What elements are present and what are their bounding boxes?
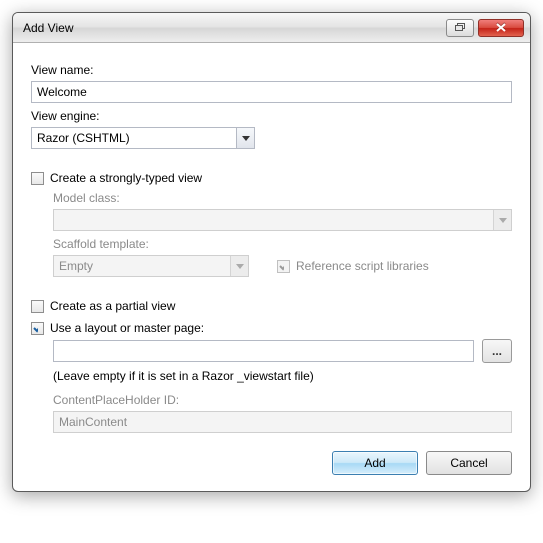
model-class-combo <box>53 209 512 231</box>
scaffold-combo <box>53 255 249 277</box>
partial-view-row: Create as a partial view <box>31 299 512 313</box>
close-icon <box>496 23 506 32</box>
view-name-input[interactable] <box>31 81 512 103</box>
model-class-label: Model class: <box>53 191 512 205</box>
view-engine-dropdown-button[interactable] <box>236 128 254 148</box>
view-name-label: View name: <box>31 63 512 77</box>
ref-scripts-label: Reference script libraries <box>296 259 429 273</box>
strongly-typed-checkbox-row: Create a strongly-typed view <box>31 171 512 185</box>
scaffold-dropdown-button <box>230 256 248 276</box>
restore-icon <box>455 23 466 32</box>
dialog-footer: Add Cancel <box>31 451 512 475</box>
restore-window-button[interactable] <box>446 19 474 37</box>
chevron-down-icon <box>242 136 250 141</box>
ref-scripts-checkbox <box>277 260 290 273</box>
layout-path-input[interactable] <box>53 340 474 362</box>
scaffold-label: Scaffold template: <box>53 237 512 251</box>
chevron-down-icon <box>499 218 507 223</box>
layout-hint: (Leave empty if it is set in a Razor _vi… <box>53 369 512 383</box>
strongly-typed-group: Model class: Scaffold template: <box>53 191 512 277</box>
dialog-window: Add View View name: View engine: Creat <box>12 12 531 492</box>
titlebar: Add View <box>13 13 530 43</box>
model-class-value <box>53 209 512 231</box>
view-engine-value[interactable] <box>31 127 255 149</box>
strongly-typed-label: Create a strongly-typed view <box>50 171 202 185</box>
check-icon <box>278 261 284 272</box>
strongly-typed-checkbox[interactable] <box>31 172 44 185</box>
ref-scripts-row: Reference script libraries <box>277 259 429 273</box>
check-icon <box>32 323 38 334</box>
close-window-button[interactable] <box>478 19 524 37</box>
add-button[interactable]: Add <box>332 451 418 475</box>
view-engine-label: View engine: <box>31 109 512 123</box>
chevron-down-icon <box>236 264 244 269</box>
cph-input <box>53 411 512 433</box>
layout-group: ... (Leave empty if it is set in a Razor… <box>53 339 512 433</box>
cph-label: ContentPlaceHolder ID: <box>53 393 512 407</box>
use-layout-row: Use a layout or master page: <box>31 321 512 335</box>
model-class-dropdown-button <box>493 210 511 230</box>
browse-layout-button[interactable]: ... <box>482 339 512 363</box>
use-layout-checkbox[interactable] <box>31 322 44 335</box>
partial-view-checkbox[interactable] <box>31 300 44 313</box>
dialog-content: View name: View engine: Create a strongl… <box>13 43 530 491</box>
partial-view-label: Create as a partial view <box>50 299 175 313</box>
cancel-button[interactable]: Cancel <box>426 451 512 475</box>
view-engine-combo[interactable] <box>31 127 255 149</box>
use-layout-label: Use a layout or master page: <box>50 321 204 335</box>
scaffold-value <box>53 255 249 277</box>
window-title: Add View <box>23 21 442 35</box>
